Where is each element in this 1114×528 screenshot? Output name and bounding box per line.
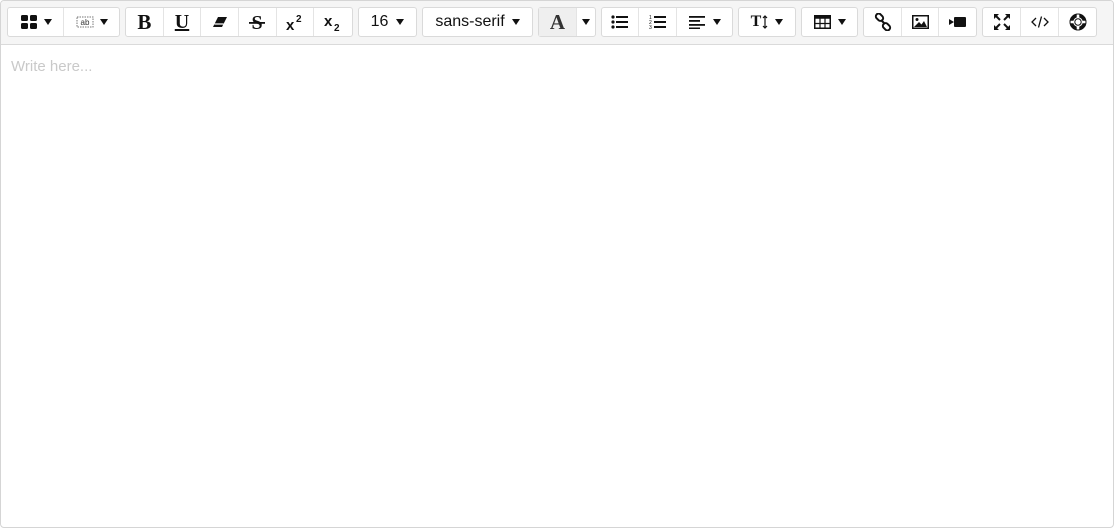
toolbar-group-insert	[863, 7, 977, 37]
code-view-button[interactable]	[1021, 8, 1059, 36]
toolbar-group-formatting: B U S x 2	[125, 7, 353, 37]
font-size-value: 16	[370, 13, 389, 30]
bold-button[interactable]: B	[126, 8, 164, 36]
line-height-icon: T	[751, 13, 769, 31]
toolbar-group-view	[982, 7, 1097, 37]
chevron-down-icon	[43, 19, 52, 25]
fullscreen-icon	[993, 14, 1010, 30]
template-icon	[20, 15, 37, 29]
bold-icon: B	[137, 9, 152, 34]
fullscreen-button[interactable]	[983, 8, 1021, 36]
toolbar-group-table	[801, 7, 858, 37]
toolbar-group-font-size: 16	[358, 7, 417, 37]
bullet-list-button[interactable]	[602, 8, 639, 36]
video-button[interactable]	[939, 8, 976, 36]
link-icon	[874, 13, 891, 31]
help-button[interactable]	[1059, 8, 1096, 36]
format-block-button[interactable]: ab	[64, 8, 119, 36]
strikethrough-icon: S	[249, 12, 266, 32]
svg-text:2: 2	[296, 14, 302, 25]
image-icon	[911, 15, 929, 29]
font-color-button[interactable]: A	[539, 8, 577, 36]
code-view-icon	[1030, 16, 1049, 28]
font-family-value: sans-serif	[435, 13, 505, 30]
editor-placeholder: Write here...	[11, 58, 93, 75]
chevron-down-icon	[712, 19, 721, 25]
svg-text:ab: ab	[80, 18, 89, 27]
toolbar-group-font-family: sans-serif	[422, 7, 533, 37]
svg-text:2: 2	[334, 23, 340, 32]
editor-content-area[interactable]: Write here...	[1, 45, 1113, 527]
svg-text:3: 3	[649, 25, 652, 30]
rich-text-editor: ab B U S	[0, 0, 1114, 528]
link-button[interactable]	[864, 8, 902, 36]
subscript-button[interactable]: x 2	[314, 8, 352, 36]
video-icon	[948, 17, 966, 27]
underline-icon: U	[174, 10, 190, 33]
superscript-icon: x 2	[286, 14, 302, 32]
underline-button[interactable]: U	[164, 8, 202, 36]
image-button[interactable]	[902, 8, 939, 36]
font-size-dropdown[interactable]: 16	[359, 8, 416, 36]
strikethrough-button[interactable]: S	[239, 8, 277, 36]
svg-text:x: x	[324, 13, 333, 30]
font-color-dropdown[interactable]	[577, 8, 595, 36]
eraser-icon	[212, 17, 227, 27]
remove-format-button[interactable]	[201, 8, 240, 36]
table-icon	[813, 15, 831, 29]
chevron-down-icon	[396, 19, 405, 25]
font-family-dropdown[interactable]: sans-serif	[423, 8, 532, 36]
superscript-button[interactable]: x 2	[277, 8, 315, 36]
chevron-down-icon	[511, 19, 520, 25]
bullet-list-icon	[611, 15, 628, 29]
svg-text:x: x	[286, 17, 295, 32]
toolbar: ab B U S	[1, 1, 1113, 45]
chevron-down-icon	[99, 19, 108, 25]
table-dropdown[interactable]	[802, 8, 857, 36]
template-button[interactable]	[8, 8, 64, 36]
font-color-icon: A	[549, 9, 566, 34]
toolbar-group-paragraph: 1 2 3	[601, 7, 733, 37]
format-block-icon: ab	[76, 16, 93, 28]
chevron-down-icon	[837, 19, 846, 25]
toolbar-group-line-height: T	[738, 7, 796, 37]
subscript-icon: x 2	[324, 13, 340, 32]
line-height-dropdown[interactable]: T	[739, 8, 795, 36]
help-icon	[1069, 13, 1086, 31]
align-left-icon	[688, 16, 705, 29]
numbered-list-button[interactable]: 1 2 3	[639, 8, 677, 36]
toolbar-group-blocks: ab	[7, 7, 120, 37]
numbered-list-icon: 1 2 3	[649, 15, 666, 30]
chevron-down-icon	[775, 19, 784, 25]
align-dropdown[interactable]	[677, 8, 732, 36]
chevron-down-icon	[582, 19, 590, 25]
toolbar-group-font-color: A	[538, 7, 596, 37]
